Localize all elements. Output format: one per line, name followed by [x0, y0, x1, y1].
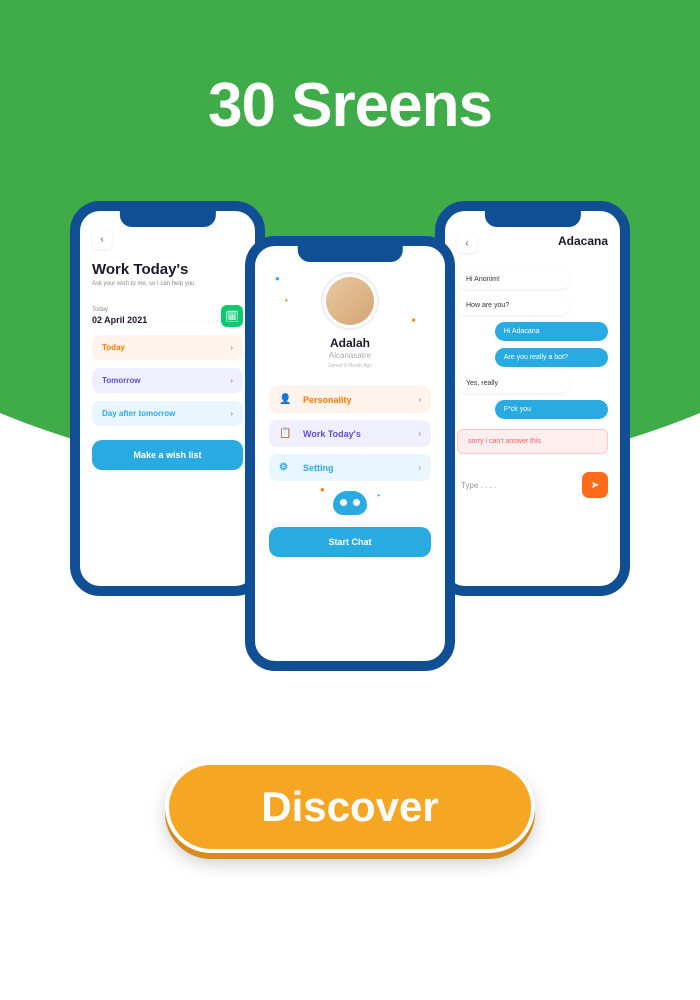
- chevron-left-icon: ‹: [465, 238, 468, 249]
- current-date: 02 April 2021: [92, 315, 147, 325]
- chevron-right-icon: ›: [230, 343, 233, 352]
- button-label: Start Chat: [328, 537, 371, 547]
- option-tomorrow[interactable]: Tomorrow ›: [92, 368, 243, 393]
- phone-notch: [298, 246, 403, 262]
- document-icon: 📋: [279, 428, 295, 439]
- send-button[interactable]: ➤: [582, 472, 608, 498]
- discover-button[interactable]: Discover: [165, 761, 535, 853]
- phone-notch: [119, 211, 215, 227]
- chat-header: ‹ Adacana: [457, 229, 608, 253]
- phone-chat: ‹ Adacana Hi Anonim! How are you? Hi Ada…: [435, 201, 630, 596]
- chevron-right-icon: ›: [418, 429, 421, 438]
- chat-message-outgoing: Hi Adacana: [495, 322, 608, 341]
- option-day-after[interactable]: Day after tomorrow ›: [92, 401, 243, 426]
- date-row: Today 02 April 2021 🗓: [92, 305, 243, 327]
- menu-label: Personality: [303, 395, 352, 405]
- chat-message-incoming: Hi Anonim!: [457, 270, 570, 289]
- avatar[interactable]: [326, 277, 374, 325]
- avatar-ring: [321, 272, 379, 330]
- button-label: Discover: [261, 783, 438, 831]
- chat-input-row: Type . . . . ➤: [457, 472, 608, 498]
- back-button[interactable]: ‹: [457, 233, 477, 253]
- profile-name: Adalah: [269, 336, 431, 350]
- phone-profile: ● • ✦ Adalah Alcanasatre Joined 6 Month …: [245, 236, 455, 671]
- today-label: Today: [92, 307, 147, 313]
- decorative-star-icon: ✦: [410, 316, 417, 325]
- chat-warning: sorry i can't answer this: [457, 429, 608, 454]
- decorative-dot-icon: •: [377, 491, 380, 500]
- chat-message-incoming: Yes, really: [457, 374, 570, 393]
- button-label: Make a wish list: [133, 450, 201, 460]
- user-icon: 👤: [279, 394, 295, 405]
- phone-mockups: ‹ Work Today's Ask your wish to me, so I…: [0, 201, 700, 671]
- option-label: Day after tomorrow: [102, 409, 175, 418]
- menu-label: Work Today's: [303, 429, 361, 439]
- chevron-right-icon: ›: [230, 376, 233, 385]
- phone-work-todays: ‹ Work Today's Ask your wish to me, so I…: [70, 201, 265, 596]
- calendar-icon: 🗓: [225, 310, 239, 323]
- menu-personality[interactable]: 👤 Personality ›: [269, 386, 431, 413]
- screen-heading: Work Today's: [92, 261, 243, 278]
- start-chat-button[interactable]: Start Chat: [269, 527, 431, 557]
- chat-input[interactable]: Type . . . .: [457, 473, 576, 498]
- option-label: Today: [102, 343, 125, 352]
- decorative-dot-icon: ●: [320, 485, 325, 494]
- decorative-dot-icon: ●: [275, 274, 280, 283]
- screen-subtitle: Ask your wish to me, so I can help you: [92, 281, 243, 287]
- chevron-right-icon: ›: [418, 463, 421, 472]
- chat-message-incoming: How are you?: [457, 296, 570, 315]
- send-icon: ➤: [591, 480, 599, 491]
- back-button[interactable]: ‹: [92, 229, 112, 249]
- menu-label: Setting: [303, 463, 334, 473]
- menu-setting[interactable]: ⚙ Setting ›: [269, 454, 431, 481]
- chevron-left-icon: ‹: [100, 234, 103, 245]
- chevron-right-icon: ›: [418, 395, 421, 404]
- menu-work-todays[interactable]: 📋 Work Today's ›: [269, 420, 431, 447]
- page-title: 30 Sreens: [0, 0, 700, 141]
- gear-icon: ⚙: [279, 462, 295, 473]
- date-block: Today 02 April 2021: [92, 307, 147, 325]
- option-label: Tomorrow: [102, 376, 141, 385]
- option-today[interactable]: Today ›: [92, 335, 243, 360]
- bot-icon: [333, 491, 367, 515]
- decorative-dot-icon: •: [285, 296, 288, 305]
- profile-username: Alcanasatre: [269, 351, 431, 360]
- chat-message-outgoing: Are you really a bot?: [495, 348, 608, 367]
- phone-notch: [484, 211, 580, 227]
- calendar-button[interactable]: 🗓: [221, 305, 243, 327]
- bot-illustration: ● •: [330, 491, 370, 523]
- chat-title: Adacana: [558, 234, 608, 248]
- make-wish-button[interactable]: Make a wish list: [92, 440, 243, 470]
- chevron-right-icon: ›: [230, 409, 233, 418]
- chat-message-outgoing: F*ck you: [495, 400, 608, 419]
